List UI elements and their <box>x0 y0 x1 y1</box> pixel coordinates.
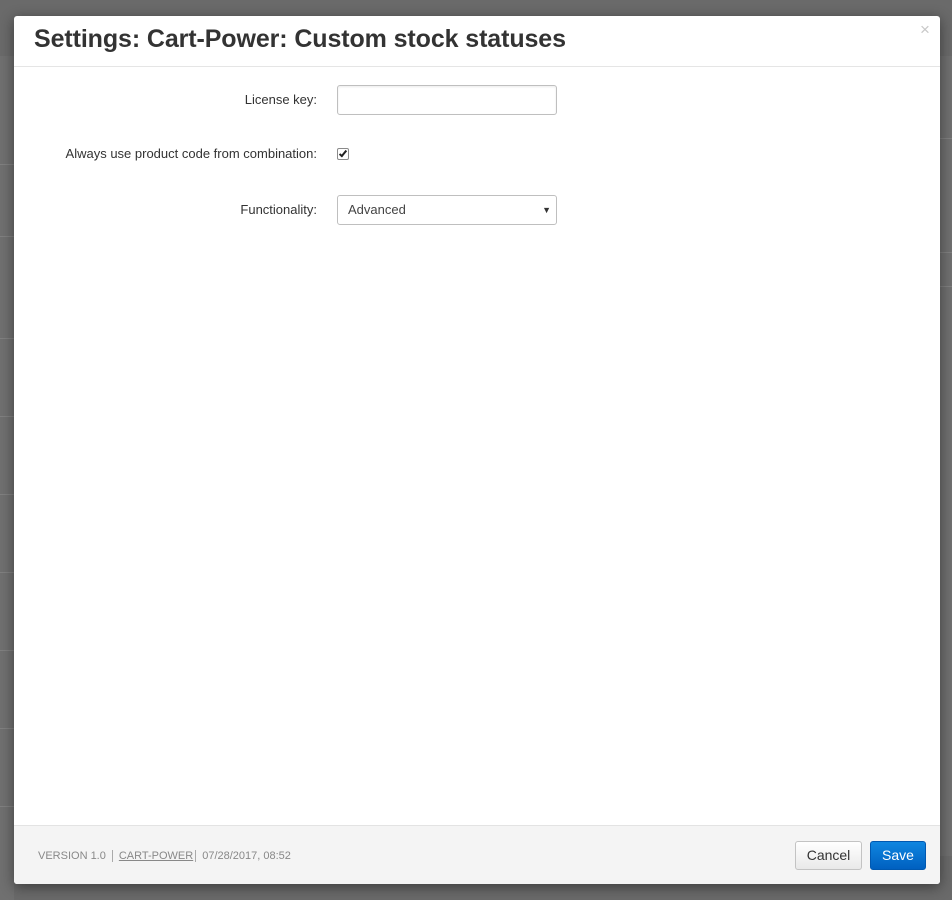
checkmark-icon <box>338 148 348 158</box>
background-left-edge <box>0 56 14 900</box>
cancel-button[interactable]: Cancel <box>795 841 862 870</box>
date-text: 07/28/2017, 08:52 <box>202 850 291 862</box>
product-code-row: Always use product code from combination… <box>14 139 940 169</box>
footer-divider <box>195 850 197 862</box>
modal-title: Settings: Cart-Power: Custom stock statu… <box>34 25 566 53</box>
caret-down-icon: ▼ <box>542 205 551 215</box>
license-key-input[interactable] <box>337 85 557 115</box>
modal-footer: VERSION 1.0 CART-POWER 07/28/2017, 08:52 C… <box>14 825 940 884</box>
functionality-label: Functionality: <box>240 202 317 217</box>
footer-divider <box>111 850 113 862</box>
license-key-label: License key: <box>244 92 317 107</box>
footer-meta: VERSION 1.0 CART-POWER 07/28/2017, 08:52 <box>38 849 291 863</box>
background-right-edge <box>940 56 952 856</box>
product-code-checkbox[interactable] <box>337 148 349 160</box>
vendor-link[interactable]: CART-POWER <box>119 849 193 863</box>
settings-modal: Settings: Cart-Power: Custom stock statu… <box>14 16 940 884</box>
functionality-select[interactable]: Advanced ▼ <box>337 195 557 225</box>
functionality-selected-value: Advanced <box>348 202 406 217</box>
product-code-label: Always use product code from combination… <box>65 146 317 161</box>
close-icon[interactable]: × <box>918 21 932 38</box>
modal-header: Settings: Cart-Power: Custom stock statu… <box>14 16 940 67</box>
license-key-row: License key: <box>14 85 940 115</box>
save-button[interactable]: Save <box>870 841 926 870</box>
version-text: VERSION 1.0 <box>38 850 106 862</box>
functionality-row: Functionality: Advanced ▼ <box>14 195 940 225</box>
